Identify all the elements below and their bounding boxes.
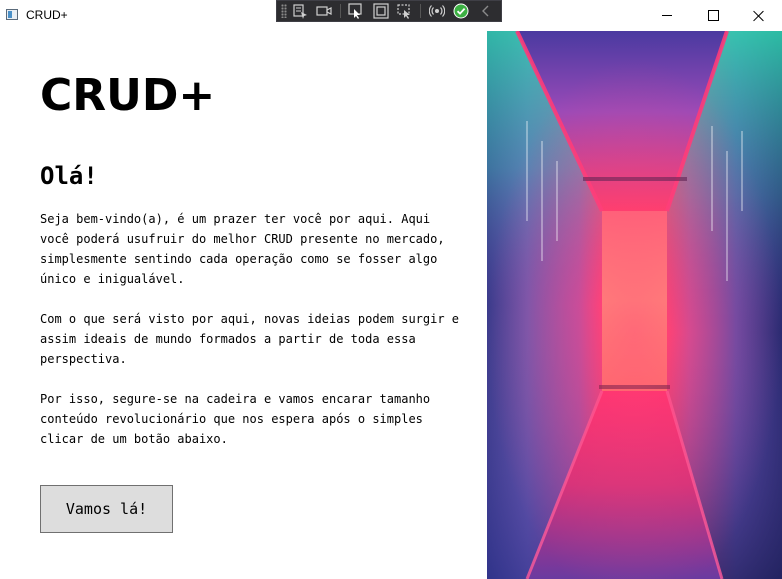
pointer-select-button[interactable] bbox=[347, 2, 366, 20]
video-icon bbox=[316, 6, 333, 16]
video-button[interactable] bbox=[315, 2, 334, 20]
start-button[interactable]: Vamos lá! bbox=[40, 485, 173, 533]
pointer-select-icon bbox=[348, 3, 362, 19]
display-layout-icon bbox=[372, 3, 389, 19]
maximize-icon bbox=[707, 10, 719, 21]
minimize-icon bbox=[662, 15, 672, 16]
ideas-paragraph: Com o que será visto por aqui, novas ide… bbox=[40, 312, 460, 366]
window-title: CRUD+ bbox=[26, 8, 68, 22]
call-paragraph: Por isso, segure-se na cadeira e vamos e… bbox=[40, 392, 431, 446]
status-ok-button[interactable] bbox=[452, 2, 471, 20]
collapse-chevron-icon bbox=[481, 5, 489, 17]
greeting-heading: Olá! bbox=[40, 162, 98, 190]
close-button[interactable] bbox=[736, 0, 782, 31]
collapse-toolbar-button[interactable] bbox=[476, 2, 495, 20]
select-element-button[interactable] bbox=[291, 2, 310, 20]
page-title: CRUD+ bbox=[40, 70, 216, 121]
debug-toolbar bbox=[276, 0, 502, 22]
toolbar-separator bbox=[339, 4, 341, 18]
toolbar-separator bbox=[420, 4, 422, 18]
maximize-button[interactable] bbox=[690, 0, 736, 31]
track-focus-icon bbox=[397, 4, 411, 19]
track-focus-button[interactable] bbox=[396, 2, 415, 20]
intro-paragraph: Seja bem-vindo(a), é um prazer ter você … bbox=[40, 212, 445, 286]
display-layout-button[interactable] bbox=[371, 2, 390, 20]
minimize-button[interactable] bbox=[644, 0, 690, 31]
corridor-illustration bbox=[487, 31, 782, 579]
status-ok-icon bbox=[453, 3, 469, 19]
toolbar-grip-icon[interactable] bbox=[281, 4, 287, 18]
hot-reload-button[interactable] bbox=[427, 2, 446, 20]
select-element-icon bbox=[293, 4, 307, 19]
hot-reload-icon bbox=[428, 5, 445, 17]
close-icon bbox=[753, 10, 765, 22]
neon-corridor-image bbox=[487, 31, 782, 579]
app-icon bbox=[6, 9, 18, 20]
